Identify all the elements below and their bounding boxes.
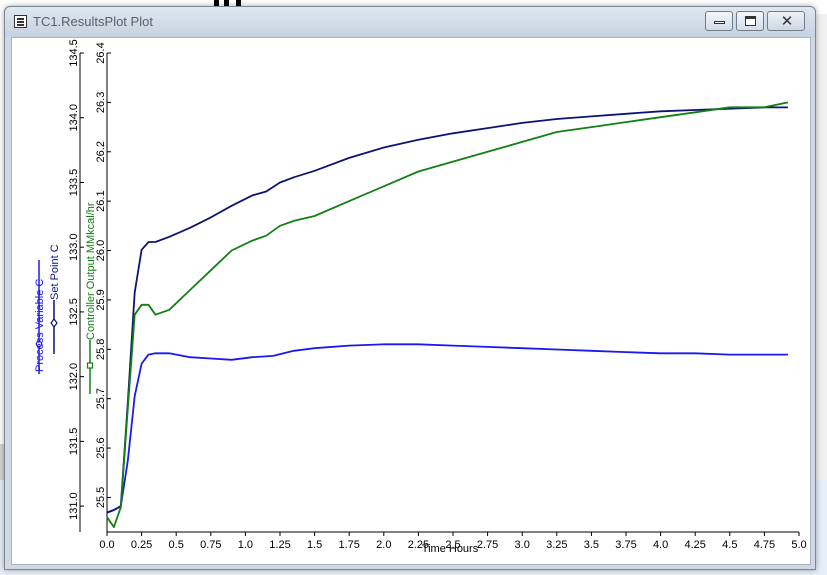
x-tick-label: 2.0: [376, 539, 391, 551]
window-titlebar[interactable]: TC1.ResultsPlot Plot ✕: [5, 7, 815, 37]
legend-marker-controller-output: [86, 362, 94, 369]
left-y-tick-label: 132.5: [68, 298, 80, 326]
x-tick-label: 4.25: [684, 539, 705, 551]
x-tick-label: 5.0: [791, 539, 806, 551]
x-tick-label: 4.75: [754, 539, 775, 551]
x-tick-label: 4.0: [653, 539, 668, 551]
x-axis-label: Time Hours: [422, 543, 479, 555]
process-variable-line: [106, 343, 788, 514]
left-y-tick-label: 132.0: [68, 363, 80, 391]
left-y-tick-label: 133.0: [68, 233, 80, 261]
window-title: TC1.ResultsPlot Plot: [33, 14, 153, 29]
plot-area[interactable]: 0.0 0.25 0.5 0.75 1.0 1.25 1.5 1.75 2.0 2.25 2.5 2.…: [11, 37, 811, 565]
x-tick-label: 3.5: [584, 539, 599, 551]
x-tick-label: 0.75: [200, 539, 221, 551]
legend-left-axis: Process Variable C Set Point C: [34, 244, 61, 374]
x-tick-label: 2.75: [477, 539, 498, 551]
x-tick-label: 1.75: [338, 539, 359, 551]
legend-marker-set-point: [50, 318, 58, 328]
legend-label-set-point: Set Point C: [49, 244, 61, 300]
set-point-line: [106, 106, 788, 514]
left-y-tick-label: 133.5: [68, 169, 80, 197]
x-tick-label: 1.0: [238, 539, 253, 551]
background-app-right-panel: [815, 14, 827, 484]
close-icon: ✕: [780, 12, 794, 30]
x-tick-label: 3.25: [546, 539, 567, 551]
left-y-tick-label: 134.0: [68, 104, 80, 132]
right-y-tick-label: 25.7: [95, 388, 107, 409]
minimize-button[interactable]: [705, 11, 733, 31]
left-y-tick-label: 134.5: [68, 39, 80, 67]
right-y-tick-label: 26.2: [95, 141, 107, 162]
maximize-button[interactable]: [736, 11, 764, 31]
right-y-tick-label: 26.4: [95, 42, 107, 63]
right-y-tick-label: 25.5: [95, 487, 107, 508]
x-tick-label: 1.25: [269, 539, 290, 551]
x-tick-label: 3.75: [615, 539, 636, 551]
x-tick-label: 0.0: [99, 539, 114, 551]
close-button[interactable]: ✕: [767, 11, 805, 31]
results-plot-chart[interactable]: 0.0 0.25 0.5 0.75 1.0 1.25 1.5 1.75 2.0 2.25 2.5 2.…: [12, 38, 810, 564]
right-y-tick-label: 25.8: [95, 339, 107, 360]
minimize-icon: [714, 21, 725, 24]
left-y-tick-label: 131.5: [68, 428, 80, 456]
x-tick-label: 3.0: [515, 539, 530, 551]
x-tick-label: 0.5: [169, 539, 184, 551]
right-y-tick-label: 26.3: [95, 92, 107, 113]
right-y-tick-label: 25.6: [95, 437, 107, 458]
x-tick-label: 1.5: [307, 539, 322, 551]
x-tick-label: 0.25: [131, 539, 152, 551]
controller-output-line: [106, 101, 789, 529]
left-y-tick-label: 131.0: [68, 492, 80, 520]
legend-right-axis: Controller Output MMkcal/hr: [85, 202, 97, 394]
plot-window: TC1.ResultsPlot Plot ✕ 0.0 0.25 0.5 0.75 1.0…: [4, 6, 816, 570]
window-app-icon[interactable]: [14, 15, 27, 28]
x-tick-label: 4.5: [722, 539, 737, 551]
legend-label-controller-output: Controller Output MMkcal/hr: [85, 202, 97, 340]
maximize-icon: [745, 16, 756, 26]
legend-label-process-variable: Process Variable C: [34, 279, 46, 372]
